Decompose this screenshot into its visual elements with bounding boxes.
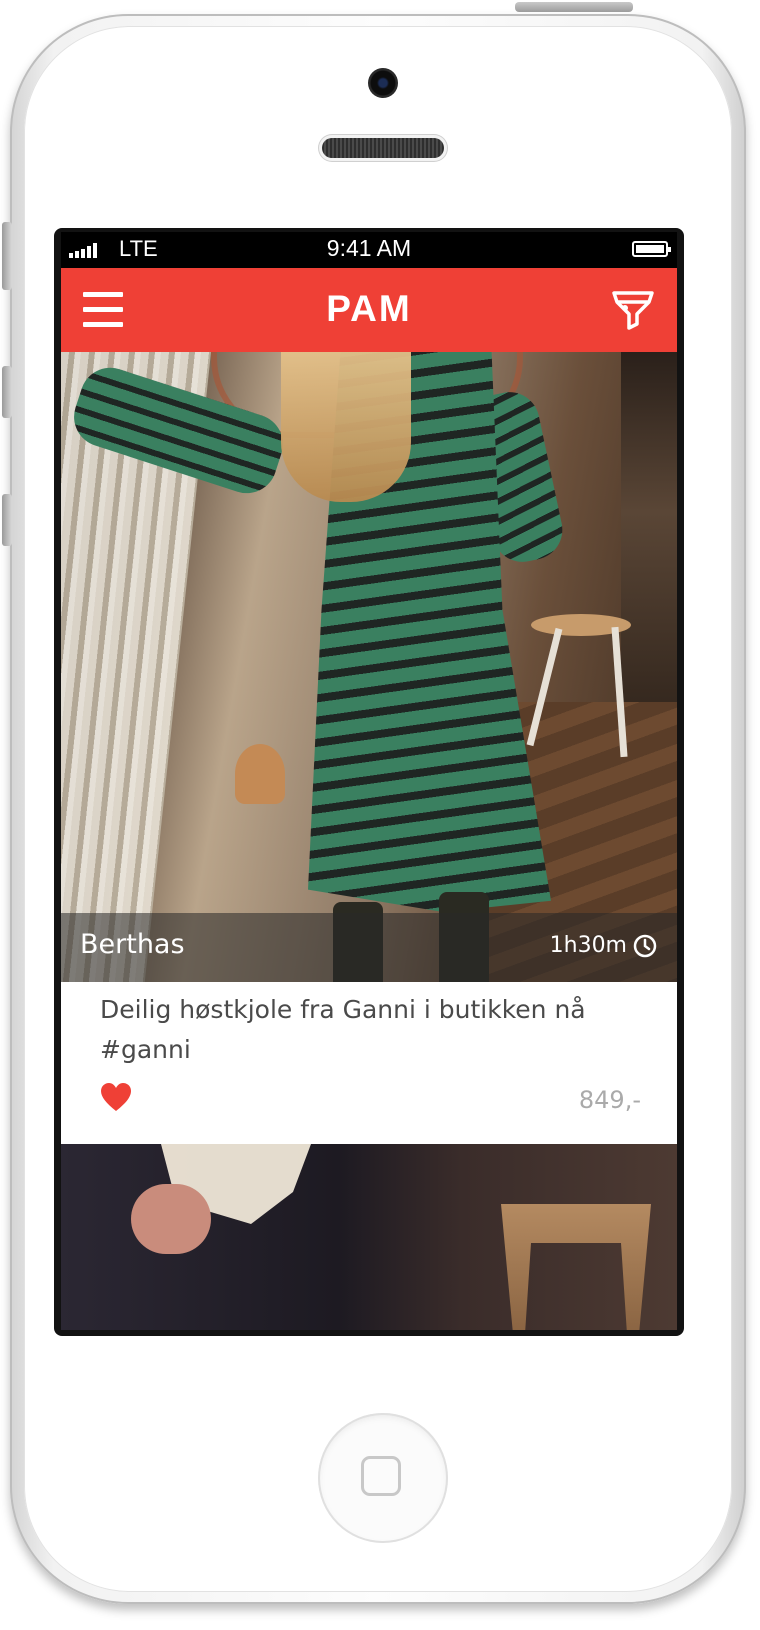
clock-icon	[633, 934, 657, 958]
photo-stool-2	[235, 744, 285, 804]
volume-down-button	[2, 494, 12, 546]
heart-icon[interactable]	[100, 1082, 132, 1112]
filter-funnel-icon[interactable]	[611, 288, 655, 332]
photo-info-bar: Berthas 1h30m	[61, 913, 677, 982]
post-price: 849,-	[578, 1086, 641, 1114]
photo-stool-3	[501, 1204, 651, 1330]
photo-shelf	[621, 352, 677, 752]
post-card: Deilig høstkjole fra Ganni i butikken nå…	[61, 982, 677, 1144]
app-screen: LTE 9:41 AM PAM Berthas 1h30m Deilig høs…	[61, 232, 677, 1330]
power-button	[515, 2, 633, 12]
post-time: 1h30m	[549, 933, 627, 958]
post-caption: Deilig høstkjole fra Ganni i butikken nå…	[100, 995, 586, 1064]
home-square-icon	[361, 1456, 401, 1496]
photo-hair	[281, 352, 411, 502]
photo-hand	[131, 1184, 211, 1254]
home-button[interactable]	[318, 1413, 448, 1543]
app-title: PAM	[326, 288, 412, 329]
front-camera	[368, 68, 398, 98]
post-photo[interactable]: Berthas 1h30m	[61, 352, 677, 982]
post-author[interactable]: Berthas	[80, 929, 185, 960]
mute-switch	[2, 222, 12, 290]
earpiece-speaker	[322, 138, 444, 158]
status-bar: LTE 9:41 AM	[61, 232, 677, 268]
post-photo-next[interactable]	[61, 1144, 677, 1330]
app-header: PAM	[61, 268, 677, 352]
status-time: 9:41 AM	[326, 235, 412, 261]
battery-icon	[632, 241, 671, 257]
volume-up-button	[2, 366, 12, 418]
